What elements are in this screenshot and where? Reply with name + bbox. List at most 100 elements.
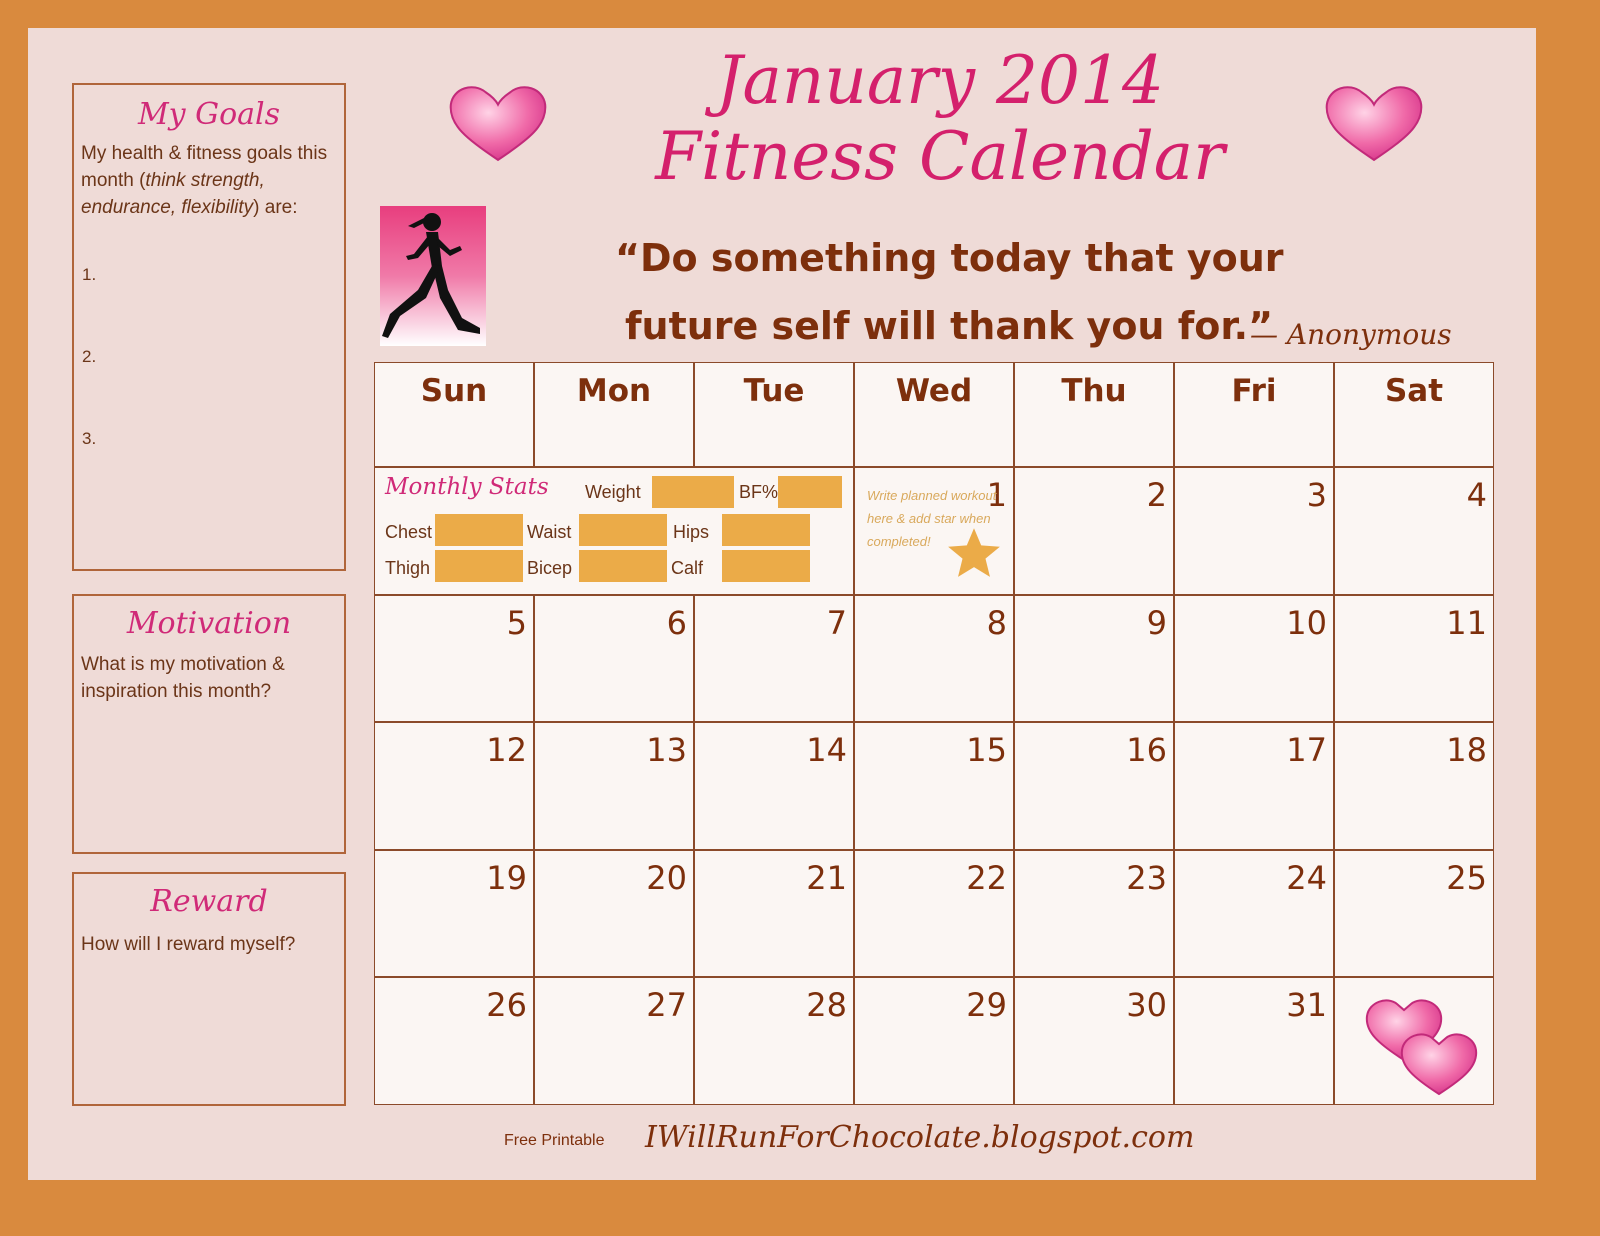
day-header-fri: Fri xyxy=(1174,362,1334,467)
day-number: 19 xyxy=(486,859,527,897)
day-number: 6 xyxy=(666,604,687,642)
day-number: 9 xyxy=(1146,604,1167,642)
stat-input-bfpct[interactable] xyxy=(778,476,842,508)
day-cell[interactable]: 1 Write planned workout here & add star w… xyxy=(854,467,1014,595)
title-line-2: Fitness Calendar xyxy=(655,118,1225,195)
day-cell[interactable]: 5 xyxy=(374,595,534,722)
stat-label-bfpct: BF% xyxy=(739,482,779,502)
stat-label-bicep: Bicep xyxy=(527,558,573,578)
stat-label-thigh: Thigh xyxy=(385,558,431,578)
goal-item-1[interactable]: 1. xyxy=(82,265,96,285)
day-cell[interactable]: 30 xyxy=(1014,977,1174,1105)
stat-input-thigh[interactable] xyxy=(435,550,523,582)
empty-cell[interactable] xyxy=(1334,977,1494,1105)
day-number: 10 xyxy=(1286,604,1327,642)
day-cell[interactable]: 9 xyxy=(1014,595,1174,722)
day-number: 21 xyxy=(806,859,847,897)
day-cell[interactable]: 31 xyxy=(1174,977,1334,1105)
monthly-stats-heading: Monthly Stats xyxy=(385,474,549,500)
day-number: 2 xyxy=(1146,476,1167,514)
stat-input-chest[interactable] xyxy=(435,514,523,546)
day-cell[interactable]: 7 xyxy=(694,595,854,722)
day-cell[interactable]: 29 xyxy=(854,977,1014,1105)
day-cell[interactable]: 10 xyxy=(1174,595,1334,722)
day-number: 25 xyxy=(1446,859,1487,897)
goals-text-b: ) are: xyxy=(253,197,298,218)
day-number: 24 xyxy=(1286,859,1327,897)
day-number: 17 xyxy=(1286,731,1327,769)
day-header-sun: Sun xyxy=(374,362,534,467)
day-cell[interactable]: 18 xyxy=(1334,722,1494,850)
day-header-tue: Tue xyxy=(694,362,854,467)
reward-box: Reward How will I reward myself? xyxy=(72,872,346,1106)
stat-label-calf: Calf xyxy=(671,558,704,578)
quote-line-1: “Do something today that your xyxy=(615,236,1284,280)
quote-line-2: future self will thank you for.” xyxy=(625,304,1274,348)
day-cell[interactable]: 23 xyxy=(1014,850,1174,977)
day-cell[interactable]: 27 xyxy=(534,977,694,1105)
day-cell[interactable]: 14 xyxy=(694,722,854,850)
star-icon xyxy=(948,528,1000,577)
footer-site[interactable]: IWillRunForChocolate.blogspot.com xyxy=(645,1120,1194,1155)
day-number: 31 xyxy=(1286,986,1327,1024)
day-cell[interactable]: 28 xyxy=(694,977,854,1105)
day-cell[interactable]: 11 xyxy=(1334,595,1494,722)
day-cell[interactable]: 24 xyxy=(1174,850,1334,977)
day-number: 27 xyxy=(646,986,687,1024)
heart-icon xyxy=(1365,999,1478,1096)
day-number: 4 xyxy=(1466,476,1487,514)
goal-item-2[interactable]: 2. xyxy=(82,347,96,367)
stat-label-waist: Waist xyxy=(527,522,572,542)
day-number: 29 xyxy=(966,986,1007,1024)
runner-icon xyxy=(380,206,486,346)
motivation-text: What is my motivation & inspiration this… xyxy=(81,654,285,702)
stat-input-calf[interactable] xyxy=(722,550,810,582)
day-cell[interactable]: 20 xyxy=(534,850,694,977)
day-cell[interactable]: 6 xyxy=(534,595,694,722)
monthly-stats-cell: Monthly Stats Weight BF% Chest Waist Hips Thig… xyxy=(374,467,854,595)
heart-icon xyxy=(449,86,547,162)
day-header-thu: Thu xyxy=(1014,362,1174,467)
day-number: 12 xyxy=(486,731,527,769)
stat-input-waist[interactable] xyxy=(579,514,667,546)
day-number: 22 xyxy=(966,859,1007,897)
day-number: 5 xyxy=(506,604,527,642)
day-cell[interactable]: 19 xyxy=(374,850,534,977)
stat-label-hips: Hips xyxy=(673,522,710,542)
stat-input-weight[interactable] xyxy=(652,476,734,508)
day-number: 26 xyxy=(486,986,527,1024)
day-cell[interactable]: 26 xyxy=(374,977,534,1105)
day-cell[interactable]: 3 xyxy=(1174,467,1334,595)
day-cell[interactable]: 17 xyxy=(1174,722,1334,850)
day-number: 23 xyxy=(1126,859,1167,897)
day-number: 18 xyxy=(1446,731,1487,769)
day-cell[interactable]: 13 xyxy=(534,722,694,850)
day-cell[interactable]: 2 xyxy=(1014,467,1174,595)
title-line-1: January 2014 xyxy=(716,42,1164,119)
day-cell[interactable]: 22 xyxy=(854,850,1014,977)
day-cell[interactable]: 4 xyxy=(1334,467,1494,595)
stat-input-hips[interactable] xyxy=(722,514,810,546)
goals-heading: My Goals xyxy=(137,97,281,132)
reward-text: How will I reward myself? xyxy=(81,934,296,955)
motivation-heading: Motivation xyxy=(126,606,292,641)
stat-input-bicep[interactable] xyxy=(579,550,667,582)
day-header-sat: Sat xyxy=(1334,362,1494,467)
reward-heading: Reward xyxy=(150,884,268,919)
day-cell[interactable]: 21 xyxy=(694,850,854,977)
calendar-grid: Sun Mon Tue Wed Thu Fri Sat Monthly Stats Weight… xyxy=(374,362,1494,1105)
day-number: 15 xyxy=(966,731,1007,769)
day-number: 13 xyxy=(646,731,687,769)
day-number: 7 xyxy=(826,604,847,642)
stat-label-chest: Chest xyxy=(385,522,433,542)
day-cell[interactable]: 8 xyxy=(854,595,1014,722)
day-cell[interactable]: 25 xyxy=(1334,850,1494,977)
goals-box: My Goals My health & fitness goals this … xyxy=(72,83,346,571)
day-number: 8 xyxy=(986,604,1007,642)
day-number: 20 xyxy=(646,859,687,897)
goal-item-3[interactable]: 3. xyxy=(82,429,96,449)
day-cell[interactable]: 15 xyxy=(854,722,1014,850)
day-number: 14 xyxy=(806,731,847,769)
day-cell[interactable]: 12 xyxy=(374,722,534,850)
day-cell[interactable]: 16 xyxy=(1014,722,1174,850)
